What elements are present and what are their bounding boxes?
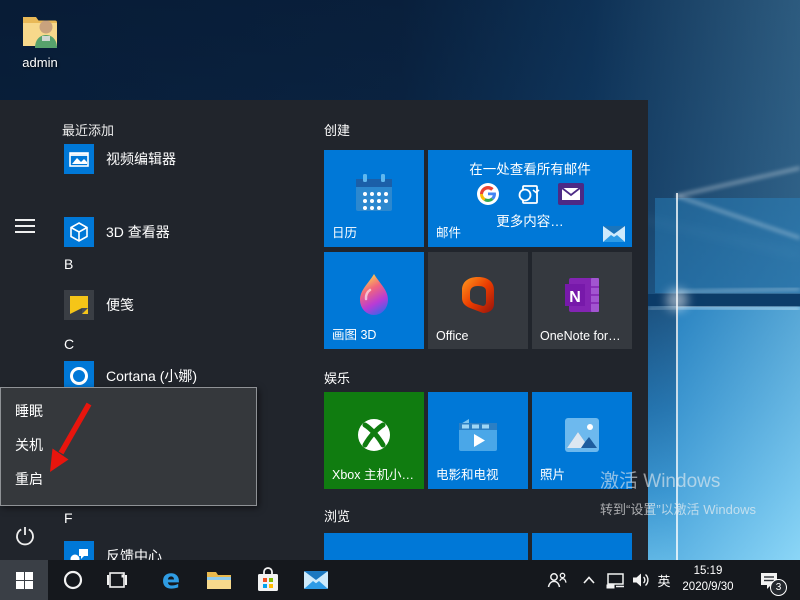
windows-logo-icon	[16, 572, 33, 589]
tile-xbox[interactable]: Xbox 主机小…	[324, 392, 424, 489]
cortana-taskbar-button[interactable]	[55, 560, 91, 600]
store-icon	[256, 567, 280, 593]
cortana-circle-icon	[63, 570, 83, 590]
tile-mail[interactable]: 在一处查看所有邮件	[428, 150, 632, 247]
clock-time: 15:19	[694, 564, 723, 580]
app-label: 3D 查看器	[106, 222, 170, 242]
tile-label: Office	[436, 329, 468, 343]
taskbar: e	[0, 560, 800, 600]
tile-calendar[interactable]: 日历	[324, 150, 424, 247]
outlook-icon	[516, 182, 542, 206]
hamburger-icon	[15, 219, 35, 233]
mail-taskbar-button[interactable]	[296, 560, 336, 600]
tile-group-browse: 浏览	[324, 506, 350, 525]
movies-tv-icon	[455, 415, 501, 455]
tile-label: 电影和电视	[436, 464, 499, 483]
feedback-hub-icon	[64, 541, 94, 560]
onenote-icon: N	[561, 274, 603, 316]
start-button[interactable]	[0, 560, 48, 600]
clock[interactable]: 15:19 2020/9/30	[672, 560, 744, 600]
people-button[interactable]	[543, 560, 571, 600]
svg-text:N: N	[569, 289, 581, 306]
show-hidden-icons-button[interactable]	[578, 560, 600, 600]
tile-label: OneNote for…	[540, 329, 621, 343]
user-folder-icon	[16, 8, 64, 54]
app-label: 视频编辑器	[106, 149, 176, 169]
power-button[interactable]	[13, 524, 37, 548]
mail-mini-icon	[603, 226, 625, 242]
office-icon	[457, 274, 499, 316]
tile-onenote[interactable]: N OneNote for…	[532, 252, 632, 349]
app-label: 便笺	[106, 295, 134, 315]
menu-item-shutdown[interactable]: 关机	[15, 431, 235, 459]
tile-label: 邮件	[436, 222, 461, 241]
menu-item-sleep[interactable]: 睡眠	[15, 397, 235, 425]
tile-label: 照片	[540, 464, 565, 483]
edge-icon: e	[158, 566, 184, 594]
volume-button[interactable]	[628, 560, 654, 600]
section-letter-b[interactable]: B	[64, 256, 73, 272]
video-editor-icon	[64, 144, 94, 174]
file-explorer-icon	[206, 569, 232, 591]
app-item-sticky-notes[interactable]: 便笺	[64, 290, 134, 320]
microsoft-store-button[interactable]	[248, 560, 288, 600]
hamburger-menu-button[interactable]	[13, 214, 37, 238]
tile-label: 画图 3D	[332, 324, 376, 343]
tile-photos[interactable]: 照片	[532, 392, 632, 489]
sticky-notes-icon	[64, 290, 94, 320]
file-explorer-button[interactable]	[199, 560, 239, 600]
edge-taskbar-button[interactable]: e	[151, 560, 191, 600]
speaker-icon	[632, 572, 651, 588]
mail-icon	[303, 570, 329, 590]
tile-office[interactable]: Office	[428, 252, 528, 349]
tile-paint3d[interactable]: 画图 3D	[324, 252, 424, 349]
clock-date: 2020/9/30	[682, 580, 733, 596]
calendar-icon	[351, 171, 397, 215]
chevron-up-icon	[583, 576, 595, 584]
yahoo-mail-icon	[558, 183, 584, 205]
people-icon	[547, 571, 567, 589]
tile-group-entertainment: 娱乐	[324, 368, 350, 387]
app-item-video-editor[interactable]: 视频编辑器	[64, 144, 176, 174]
app-item-feedback-hub[interactable]: 反馈中心	[64, 541, 162, 560]
app-item-3d-viewer[interactable]: 3D 查看器	[64, 217, 170, 247]
desktop-icon-admin-folder[interactable]: admin	[8, 8, 72, 70]
svg-text:e: e	[162, 566, 180, 594]
desktop-icon-label: admin	[8, 55, 72, 70]
xbox-icon	[354, 415, 394, 455]
tile-partial[interactable]	[532, 533, 632, 560]
menu-item-restart[interactable]: 重启	[15, 465, 235, 493]
power-flyout-menu: 睡眠 关机 重启	[0, 387, 257, 506]
tile-label: Xbox 主机小…	[332, 464, 414, 483]
app-label: Cortana (小娜)	[106, 366, 197, 386]
tile-edge-partial[interactable]	[324, 533, 528, 560]
mail-tile-headline: 在一处查看所有邮件	[428, 158, 632, 178]
photos-icon	[561, 414, 603, 456]
recently-added-header: 最近添加	[62, 120, 114, 139]
section-letter-f[interactable]: F	[64, 510, 73, 526]
network-button[interactable]	[602, 560, 628, 600]
app-label: 反馈中心	[106, 546, 162, 560]
tile-group-create: 创建	[324, 120, 350, 139]
desktop: admin 最近添加	[0, 0, 800, 600]
tile-movies-tv[interactable]: 电影和电视	[428, 392, 528, 489]
task-view-icon	[107, 571, 127, 589]
tile-label: 日历	[332, 222, 357, 241]
google-icon	[476, 182, 500, 206]
power-icon	[15, 526, 35, 546]
3d-viewer-icon	[64, 217, 94, 247]
notification-count-badge: 3	[770, 579, 787, 596]
section-letter-c[interactable]: C	[64, 336, 74, 352]
network-ethernet-icon	[606, 572, 625, 589]
paint3d-icon	[354, 272, 394, 318]
task-view-button[interactable]	[99, 560, 135, 600]
